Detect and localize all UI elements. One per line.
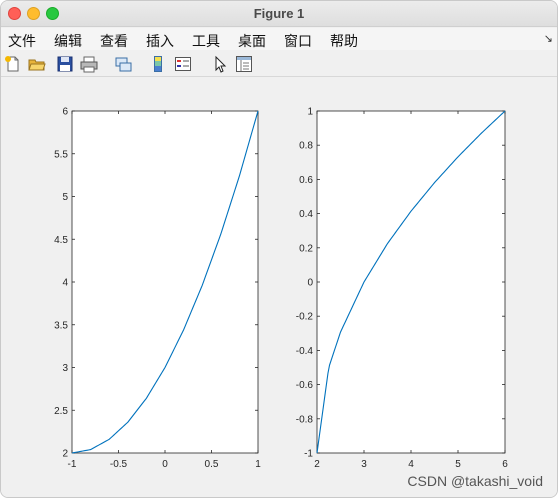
y-tick-label: 5 <box>62 192 68 203</box>
y-tick-label: 1 <box>307 107 313 118</box>
menu-insert[interactable]: 插入 <box>146 31 174 51</box>
title-bar[interactable]: Figure 1 <box>1 1 557 27</box>
axes-2-box <box>316 110 506 454</box>
menu-overflow-icon[interactable]: ↘ <box>544 32 553 45</box>
save-icon[interactable] <box>56 55 74 73</box>
y-tick-label: 6 <box>62 107 68 118</box>
plots-svg: -1 -0.5 0 0.5 1 2 2.5 3 3.5 4 4.5 5 5.5 6 2 3 4 5 6 -1 -0.8 -… <box>54 107 508 471</box>
legend-icon[interactable] <box>174 55 192 73</box>
x-tick-label: -0.5 <box>110 459 128 470</box>
pointer-icon[interactable] <box>211 55 229 73</box>
y-tick-label: 2.5 <box>54 406 68 417</box>
y-tick-label: 0.4 <box>299 209 313 220</box>
y-tick-label: 0.6 <box>299 175 313 186</box>
x-tick-label: 1 <box>255 459 261 470</box>
x-tick-label: 5 <box>455 459 461 470</box>
watermark-text: CSDN @takashi_void <box>407 473 543 489</box>
y-tick-label: 0.8 <box>299 141 313 152</box>
x-tick-label: 4 <box>408 459 414 470</box>
menu-help[interactable]: 帮助 <box>330 31 358 51</box>
menu-window[interactable]: 窗口 <box>284 31 312 51</box>
y-tick-label: -0.8 <box>296 414 314 425</box>
menu-view[interactable]: 查看 <box>100 31 128 51</box>
link-icon[interactable] <box>114 55 132 73</box>
y-tick-label: 2 <box>62 449 68 460</box>
y-tick-label: 3.5 <box>54 320 68 331</box>
x-tick-label: 6 <box>502 459 508 470</box>
y-tick-label: -0.2 <box>296 312 314 323</box>
y-tick-label: 4 <box>62 278 68 289</box>
y-tick-label: 3 <box>62 363 68 374</box>
y-tick-label: -0.6 <box>296 380 314 391</box>
axes-1-box <box>71 110 259 454</box>
print-icon[interactable] <box>80 55 98 73</box>
y-tick-label: -0.4 <box>296 346 314 357</box>
menu-edit[interactable]: 编辑 <box>54 31 82 51</box>
menu-file[interactable]: 文件 <box>8 31 36 51</box>
x-tick-label: 0 <box>162 459 168 470</box>
open-file-icon[interactable] <box>28 55 46 73</box>
x-tick-label: -1 <box>68 459 77 470</box>
y-tick-label: 5.5 <box>54 149 68 160</box>
property-inspector-icon[interactable] <box>235 55 253 73</box>
colorbar-icon[interactable] <box>149 55 167 73</box>
y-tick-label: 4.5 <box>54 235 68 246</box>
figure-window: Figure 1 文件 编辑 查看 插入 工具 桌面 窗口 帮助 ↘ -1 -0… <box>0 0 558 498</box>
y-tick-label: -1 <box>304 449 313 460</box>
new-figure-icon[interactable] <box>4 55 22 73</box>
y-tick-label: 0 <box>307 278 313 289</box>
x-tick-label: 0.5 <box>205 459 219 470</box>
window-title: Figure 1 <box>253 6 305 21</box>
x-tick-label: 3 <box>361 459 367 470</box>
menu-bar: 文件 编辑 查看 插入 工具 桌面 窗口 帮助 ↘ <box>1 28 557 50</box>
x-tick-label: 2 <box>314 459 320 470</box>
menu-tools[interactable]: 工具 <box>192 31 220 51</box>
menu-desktop[interactable]: 桌面 <box>238 31 266 51</box>
figure-canvas: -1 -0.5 0 0.5 1 2 2.5 3 3.5 4 4.5 5 5.5 6 2 3 4 5 6 -1 -0.8 -… <box>1 78 557 497</box>
toolbar <box>1 51 557 77</box>
y-tick-label: 0.2 <box>299 243 313 254</box>
